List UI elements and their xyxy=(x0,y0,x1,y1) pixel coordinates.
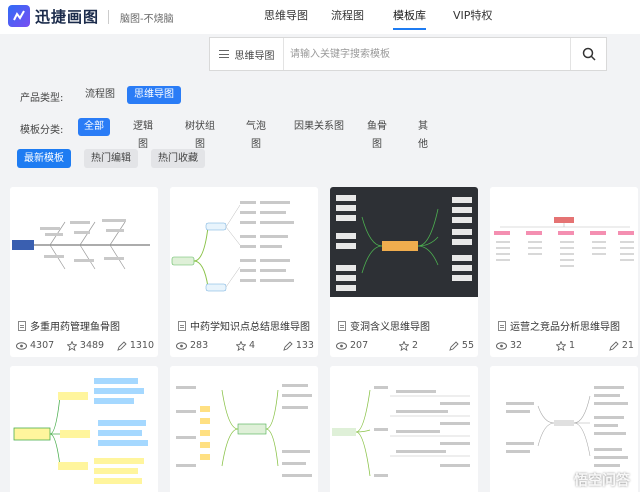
top-bar: 迅捷画图 脑图-不烧脑 思维导图 流程图 模板库 VIP特权 xyxy=(0,0,640,34)
star-icon xyxy=(66,340,77,351)
template-thumbnail xyxy=(330,366,478,492)
search-category-select[interactable]: 思维导图 xyxy=(210,38,284,70)
document-icon xyxy=(338,320,346,331)
tab-hot-edit[interactable]: 热门编辑 xyxy=(84,149,138,168)
template-thumbnail xyxy=(490,187,638,297)
view-count: 32 xyxy=(510,340,523,351)
product-filter-label: 产品类型: xyxy=(20,93,64,104)
document-icon xyxy=(18,320,26,331)
product-option-flowchart[interactable]: 流程图 xyxy=(77,86,123,104)
template-card[interactable]: 多重用药管理鱼骨图 4307 3489 1310 xyxy=(10,187,158,357)
edit-count: 21 xyxy=(621,340,634,351)
template-title: 变洞含义思维导图 xyxy=(338,318,430,333)
category-option-all[interactable]: 全部 xyxy=(78,118,110,136)
favorite-count: 3489 xyxy=(79,340,105,351)
nav-mindmap[interactable]: 思维导图 xyxy=(264,0,308,34)
tab-hot-favorite[interactable]: 热门收藏 xyxy=(151,149,205,168)
template-card[interactable] xyxy=(10,366,158,492)
favorite-count: 1 xyxy=(568,340,576,351)
star-icon xyxy=(399,340,409,351)
template-thumbnail xyxy=(170,187,318,297)
category-option-fishbone[interactable]: 鱼骨图 xyxy=(357,118,397,150)
eye-icon xyxy=(496,341,507,350)
template-stats: 207 2 55 xyxy=(336,340,474,351)
nav-template-library[interactable]: 模板库 xyxy=(393,0,426,34)
edit-icon xyxy=(609,340,619,351)
template-thumbnail xyxy=(330,187,478,297)
search-input[interactable] xyxy=(290,42,560,66)
edit-icon xyxy=(117,340,127,351)
view-count: 207 xyxy=(350,340,369,351)
template-title: 中药学知识点总结思维导图 xyxy=(178,318,310,333)
eye-icon xyxy=(16,341,27,350)
template-thumbnail xyxy=(170,366,318,492)
edit-count: 1310 xyxy=(129,340,154,351)
document-icon xyxy=(178,320,186,331)
logo[interactable]: 迅捷画图 xyxy=(8,5,99,27)
document-icon xyxy=(498,320,506,331)
category-option-tree[interactable]: 树状组图 xyxy=(175,118,225,150)
edit-count: 133 xyxy=(295,340,314,351)
menu-icon xyxy=(218,50,229,58)
template-card[interactable]: 变洞含义思维导图 207 2 55 xyxy=(330,187,478,357)
favorite-count: 2 xyxy=(412,340,419,351)
watermark: 悟空问答 xyxy=(574,473,630,489)
nav-flowchart[interactable]: 流程图 xyxy=(331,0,364,34)
search-category-label: 思维导图 xyxy=(234,50,275,62)
eye-icon xyxy=(176,341,187,350)
template-stats: 4307 3489 1310 xyxy=(16,340,154,351)
category-option-causal[interactable]: 因果关系图 xyxy=(288,118,350,136)
template-title: 多重用药管理鱼骨图 xyxy=(18,318,120,333)
template-card[interactable]: 运营之竞品分析思维导图 32 1 21 xyxy=(490,187,638,357)
view-count: 283 xyxy=(190,340,209,351)
view-count: 4307 xyxy=(30,340,55,351)
edit-count: 55 xyxy=(461,340,474,351)
product-option-mindmap[interactable]: 思维导图 xyxy=(127,86,181,104)
star-icon xyxy=(235,340,246,351)
star-icon xyxy=(555,340,566,351)
category-filter-label: 模板分类: xyxy=(20,125,64,136)
template-card[interactable] xyxy=(170,366,318,492)
template-title: 运营之竞品分析思维导图 xyxy=(498,318,620,333)
template-card[interactable]: 悟空问答 xyxy=(490,366,638,492)
tab-newest[interactable]: 最新模板 xyxy=(17,149,71,168)
edit-icon xyxy=(283,340,293,351)
eye-icon xyxy=(336,341,347,350)
category-option-bubble[interactable]: 气泡图 xyxy=(236,118,276,150)
logo-divider xyxy=(108,10,109,24)
search-box: 思维导图 xyxy=(209,37,607,71)
category-option-other[interactable]: 其他 xyxy=(408,118,438,150)
search-button[interactable] xyxy=(570,38,606,70)
template-thumbnail xyxy=(10,366,158,492)
favorite-count: 4 xyxy=(248,340,256,351)
brand-slogan: 脑图-不烧脑 xyxy=(120,14,174,25)
edit-icon xyxy=(449,340,459,351)
template-stats: 32 1 21 xyxy=(496,340,634,351)
template-card[interactable] xyxy=(330,366,478,492)
category-option-logic[interactable]: 逻辑图 xyxy=(123,118,163,150)
template-thumbnail xyxy=(10,187,158,297)
template-card[interactable]: 中药学知识点总结思维导图 283 4 133 xyxy=(170,187,318,357)
template-stats: 283 4 133 xyxy=(176,340,314,351)
search-icon xyxy=(582,47,596,61)
nav-vip[interactable]: VIP特权 xyxy=(453,0,492,34)
brand-name: 迅捷画图 xyxy=(35,7,100,26)
logo-icon xyxy=(8,5,30,27)
